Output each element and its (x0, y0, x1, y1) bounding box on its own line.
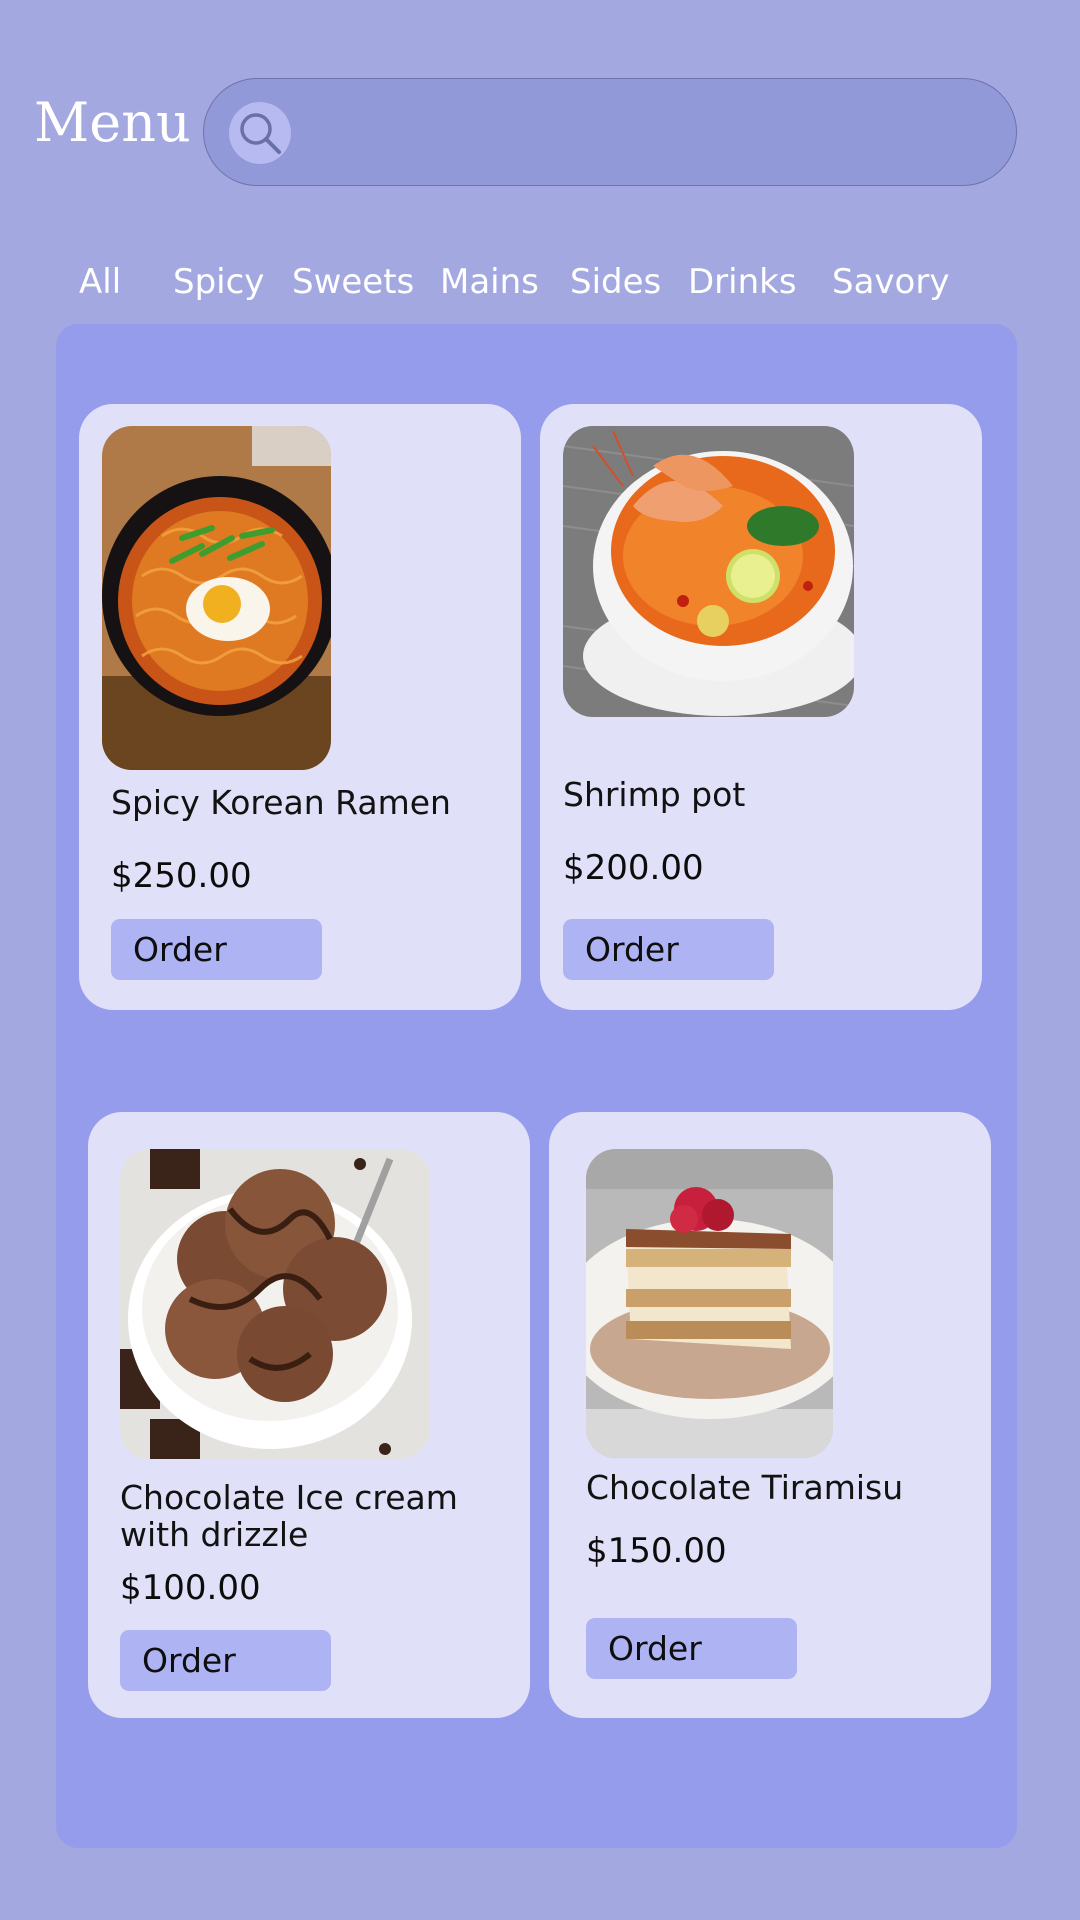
dish-card: Chocolate Ice cream with drizzle $100.00… (88, 1112, 530, 1718)
page-title: Menu (34, 91, 191, 154)
dish-price: $100.00 (120, 1568, 261, 1608)
dish-card: Spicy Korean Ramen $250.00 Order (79, 404, 521, 1010)
tab-mains[interactable]: Mains (440, 262, 539, 302)
dish-price: $250.00 (111, 856, 252, 896)
dish-name: Chocolate Ice cream with drizzle (120, 1478, 458, 1554)
order-button[interactable]: Order (120, 1630, 331, 1691)
tab-savory[interactable]: Savory (832, 262, 949, 302)
shrimp-soup-photo (563, 426, 854, 717)
order-button[interactable]: Order (111, 919, 322, 980)
order-button[interactable]: Order (586, 1618, 797, 1679)
dish-price: $200.00 (563, 848, 704, 888)
order-button[interactable]: Order (563, 919, 774, 980)
dish-name: Chocolate Tiramisu (586, 1468, 904, 1507)
dish-card: Shrimp pot $200.00 Order (540, 404, 982, 1010)
dish-name: Spicy Korean Ramen (111, 783, 451, 822)
tab-sweets[interactable]: Sweets (292, 262, 414, 302)
tab-all[interactable]: All (79, 262, 121, 302)
dish-name: Shrimp pot (563, 775, 746, 814)
search-icon[interactable] (229, 102, 291, 164)
tab-sides[interactable]: Sides (570, 262, 661, 302)
dish-card: Chocolate Tiramisu $150.00 Order (549, 1112, 991, 1718)
tab-spicy[interactable]: Spicy (173, 262, 264, 302)
tiramisu-photo (586, 1149, 833, 1458)
category-tabs: All Spicy Sweets Mains Sides Drinks Savo… (0, 262, 1080, 302)
dish-price: $150.00 (586, 1531, 727, 1571)
tab-drinks[interactable]: Drinks (688, 262, 797, 302)
search-input[interactable] (314, 99, 998, 169)
chocolate-ice-cream-photo (120, 1149, 430, 1459)
ramen-photo (102, 426, 331, 770)
search-bar[interactable] (203, 78, 1017, 186)
